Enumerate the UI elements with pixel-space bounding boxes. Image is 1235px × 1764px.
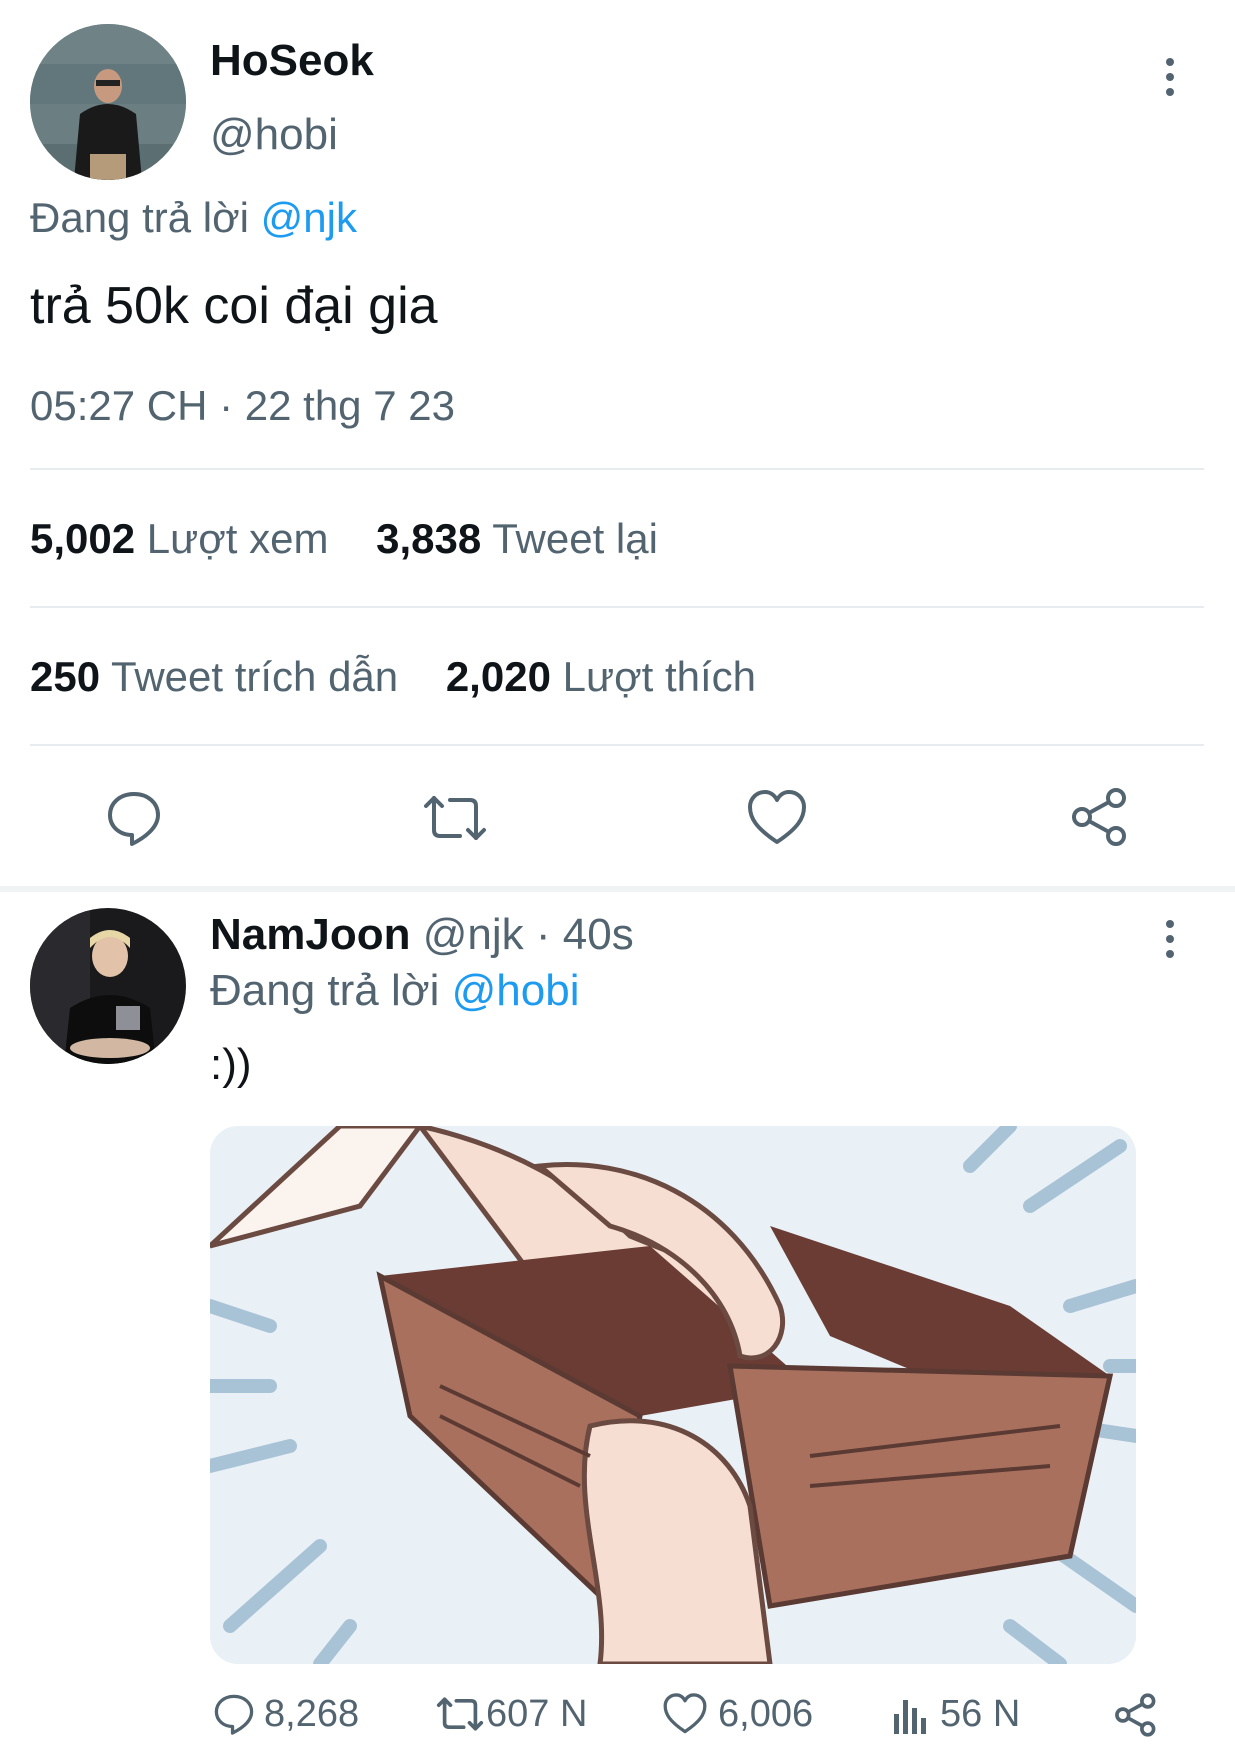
quotes-label: Tweet trích dẫn [111, 653, 399, 700]
like-icon [662, 1692, 708, 1736]
reply-action-like[interactable]: 6,006 [662, 1692, 813, 1736]
reply-action-views[interactable]: 56 N [892, 1692, 1020, 1736]
likes-stat[interactable]: 2,020 Lượt thích [446, 653, 756, 700]
divider [30, 606, 1204, 608]
divider [30, 468, 1204, 470]
reply-icon [212, 1692, 256, 1736]
reply-icon[interactable] [104, 788, 164, 848]
stats-row-2: 250 Tweet trích dẫn 2,020 Lượt thích [30, 653, 756, 701]
reply-header: NamJoon @njk · 40s [210, 910, 634, 960]
quotes-count: 250 [30, 653, 101, 700]
quotes-stat[interactable]: 250 Tweet trích dẫn [30, 653, 410, 700]
retweet-icon[interactable] [420, 788, 490, 848]
tweet-text: trả 50k coi đại gia [30, 277, 438, 335]
reply-text: :)) [210, 1040, 252, 1089]
views-count: 56 N [940, 1692, 1021, 1735]
hoseok-avatar[interactable] [30, 24, 186, 180]
retweets-count: 3,838 [376, 515, 482, 562]
views-count: 5,002 [30, 515, 136, 562]
views-stat[interactable]: 5,002 Lượt xem [30, 515, 340, 562]
views-label: Lượt xem [146, 515, 329, 562]
share-icon[interactable] [1114, 1692, 1158, 1738]
replying-to-line: Đang trả lời @njk [30, 194, 357, 242]
like-count: 6,006 [718, 1692, 814, 1735]
reply-action-reply[interactable]: 8,268 [212, 1692, 359, 1736]
retweets-stat[interactable]: 3,838 Tweet lại [376, 515, 658, 562]
replying-to-link[interactable]: @hobi [452, 966, 580, 1015]
likes-label: Lượt thích [562, 653, 757, 700]
like-icon[interactable] [746, 788, 808, 848]
replying-prefix: Đang trả lời [30, 194, 249, 241]
reply-action-retweet[interactable]: 607 N [434, 1692, 587, 1736]
views-icon [892, 1692, 932, 1736]
tweet-timestamp[interactable]: 05:27 CH · 22 thg 7 23 [30, 382, 455, 430]
tweet-author-name[interactable]: HoSeok [210, 36, 374, 86]
retweets-label: Tweet lại [492, 515, 658, 562]
more-options-icon[interactable] [1166, 58, 1176, 103]
likes-count: 2,020 [445, 653, 551, 700]
reply-time[interactable]: · 40s [536, 910, 634, 959]
reply-count: 8,268 [264, 1692, 360, 1735]
divider [30, 744, 1204, 746]
retweet-icon [434, 1692, 486, 1736]
reply-author-handle[interactable]: @njk [423, 910, 524, 959]
reply-replying-to-line: Đang trả lời @hobi [210, 966, 579, 1016]
reply-media-image[interactable] [210, 1126, 1136, 1664]
namjoon-avatar[interactable] [30, 908, 186, 1064]
share-icon[interactable] [1070, 786, 1130, 848]
stats-row-1: 5,002 Lượt xem 3,838 Tweet lại [30, 515, 658, 563]
replying-to-link[interactable]: @njk [261, 194, 357, 241]
reply-author-name[interactable]: NamJoon [210, 910, 410, 959]
tweet-author-handle[interactable]: @hobi [210, 110, 338, 160]
section-separator [0, 886, 1235, 892]
replying-prefix: Đang trả lời [210, 966, 440, 1015]
more-options-icon[interactable] [1166, 920, 1176, 965]
retweet-count: 607 N [486, 1692, 588, 1735]
